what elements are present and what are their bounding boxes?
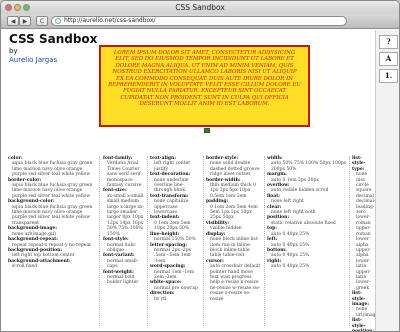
property-values[interactable]: aqua black blue fuchsia gray green lime … [8, 183, 97, 199]
property-values[interactable]: normal italic oblique [103, 243, 145, 254]
property-values[interactable]: 0 1em 2em 5em 4em 5em 1px 5px 10px 25px … [206, 205, 262, 221]
property-values[interactable]: none solid double dashed dotted groove r… [206, 161, 262, 177]
forward-button[interactable]: ▶ [19, 16, 31, 26]
property-values[interactable]: normal 150% 50% [150, 237, 201, 242]
zoom-window-button[interactable] [23, 4, 30, 11]
property-column: border-style: none solid double dashed do… [206, 156, 265, 326]
property-column: font-family: Verdana Arial Times Courier … [103, 156, 148, 326]
property-column: list-style-type: none disc circle square … [352, 156, 375, 331]
property-values[interactable]: thin medium thick 0 1px 2px 5px 10px 0.5… [206, 183, 262, 199]
property-values[interactable]: normal small-caps [103, 259, 145, 270]
property-values[interactable]: static relative absolute fixed [267, 221, 347, 226]
resize-icon[interactable] [204, 128, 210, 133]
property-values[interactable]: normal 2px -2px .5em -.5em 1em -1em [150, 248, 201, 264]
property-values[interactable]: scroll fixed [8, 264, 97, 269]
property-values[interactable]: 0 1em 2em 5em 10px 20px 50% [150, 221, 201, 232]
byline: by [9, 47, 18, 55]
property-values[interactable]: auto 50% 75% 100% 50px 100px 200px 50% [267, 161, 347, 172]
property-values[interactable]: none underline overline line-through bli… [150, 178, 201, 194]
property-values[interactable]: left right center justify [150, 161, 201, 172]
minimize-window-button[interactable] [14, 4, 21, 11]
property-values[interactable]: none disc circle square decimal decimal-… [352, 172, 375, 291]
list-button[interactable]: 1. [379, 69, 398, 83]
property-column: color: aqua black blue fuchsia gray green… [8, 156, 100, 326]
property-values[interactable]: none capitalize uppercase lowercase [150, 199, 201, 215]
property-values[interactable]: Verdana Arial Times Courier sans-serif s… [103, 161, 145, 188]
property-column: text-align: left right center justify text… [150, 156, 204, 326]
property-values[interactable]: aqua black blue fuchsia gray green lime … [8, 205, 97, 227]
author-link[interactable]: Aurelio Jargas [9, 56, 57, 64]
title-bar: CSS Sandbox [1, 1, 399, 14]
browser-toolbar: ◀ ▶ C http://aurelio.net/css-sandbox/ [1, 14, 399, 29]
page-content: CSS Sandbox by Aurelio Jargas Lorem ipsu… [1, 30, 375, 331]
reload-button[interactable]: C [36, 16, 48, 26]
window-title: CSS Sandbox [175, 3, 225, 12]
property-values[interactable]: ltr rtl [150, 297, 201, 302]
address-bar[interactable]: http://aurelio.net/css-sandbox/ [51, 16, 347, 26]
sample-text-box: Lorem ipsum dolor sit amet, consectetur … [99, 45, 310, 127]
property-column: width: auto 50% 75% 100% 50px 100px 200px… [267, 156, 350, 326]
property-values[interactable]: normal 1em -1em 2em -2em [150, 270, 201, 281]
help-button[interactable]: ? [379, 35, 398, 49]
globe-icon [55, 18, 61, 24]
property-name: list-style-position: [352, 318, 375, 332]
property-values[interactable]: xx-small x-small small medium large x-la… [103, 194, 145, 237]
property-values[interactable]: aqua black blue fuchsia gray green lime … [8, 161, 97, 177]
property-values[interactable]: none url(image.gif) [352, 307, 375, 318]
property-name: list-style-image: [352, 291, 370, 307]
property-values[interactable]: auto 0 40px 25% [267, 264, 347, 269]
property-name: list-style-type: [352, 156, 366, 172]
font-button[interactable]: A [379, 52, 398, 66]
back-button[interactable]: ◀ [7, 16, 19, 26]
side-panel: ? A 1. [375, 30, 399, 331]
property-values[interactable]: normal bold bolder lighter [103, 275, 145, 286]
address-bar-text: http://aurelio.net/css-sandbox/ [64, 17, 156, 24]
page-title: CSS Sandbox [9, 32, 98, 46]
property-values[interactable]: none block inline list-item run-in inlin… [206, 237, 262, 259]
property-values[interactable]: auto crosshair default pointer hand move… [206, 264, 262, 302]
close-window-button[interactable] [5, 4, 12, 11]
browser-window: CSS Sandbox ◀ ▶ C http://aurelio.net/css… [0, 0, 400, 332]
